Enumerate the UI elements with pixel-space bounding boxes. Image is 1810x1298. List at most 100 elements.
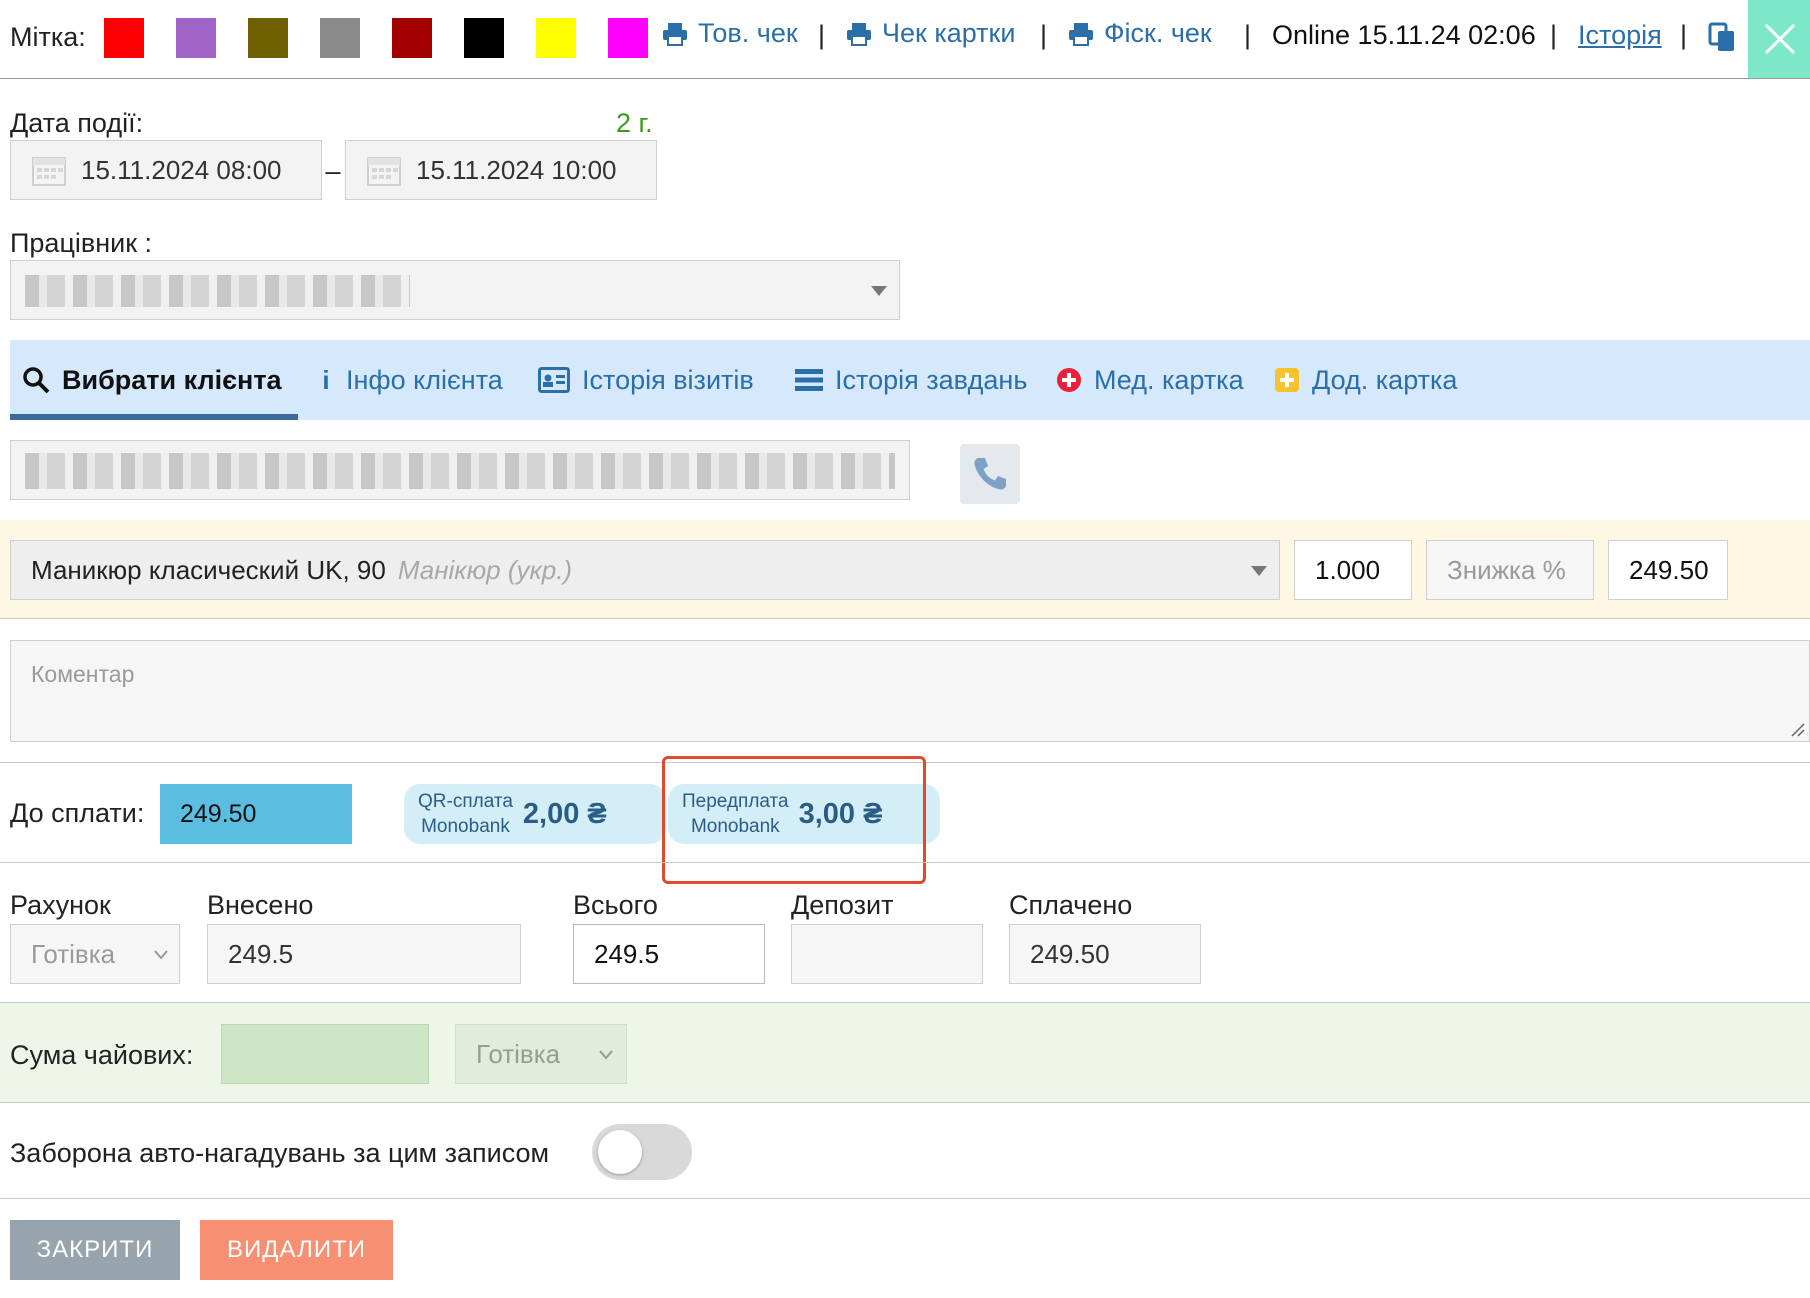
tab-label: Історія візитів	[582, 364, 754, 395]
separator: |	[1680, 20, 1688, 50]
tab-label: Мед. картка	[1094, 364, 1244, 395]
date-dash: –	[325, 156, 341, 186]
deposit-input[interactable]	[791, 924, 983, 984]
tab-label: Дод. картка	[1312, 364, 1458, 395]
account-select[interactable]: Готівка	[10, 924, 180, 984]
start-datetime-value: 15.11.2024 08:00	[81, 154, 282, 185]
fiscal-receipt-label: Фіск. чек	[1104, 18, 1212, 48]
reminder-label: Заборона авто-нагадувань за цим записом	[10, 1138, 550, 1168]
paid-label: Сплачено	[1009, 890, 1133, 920]
tab-label: Інфо клієнта	[346, 364, 503, 395]
separator: |	[1040, 20, 1048, 50]
worker-label: Працівник :	[10, 228, 153, 258]
search-icon	[23, 367, 50, 394]
end-datetime-input[interactable]: 15.11.2024 10:00	[345, 140, 657, 200]
qr-payment-line1: QR-сплата	[418, 791, 513, 812]
tips-amount-input[interactable]	[221, 1024, 429, 1084]
tab-medical-card[interactable]: Мед. картка	[1056, 340, 1244, 420]
amount-due-value: 249.50	[160, 784, 352, 844]
tips-label: Сума чайових:	[10, 1040, 194, 1070]
fiscal-receipt-link[interactable]: Фіск. чек	[1068, 18, 1212, 49]
redacted-worker-name	[25, 275, 410, 307]
close-icon	[1764, 23, 1796, 55]
color-swatch[interactable]	[320, 18, 360, 58]
qr-payment-label: QR-сплата Monobank	[418, 789, 513, 839]
goods-receipt-label: Тов. чек	[698, 18, 798, 48]
tab-select-client[interactable]: Вибрати клієнта	[22, 340, 282, 420]
medical-plus-icon	[1057, 368, 1081, 392]
chevron-down-icon	[599, 1050, 613, 1060]
tab-task-history[interactable]: Історія завдань	[795, 340, 1027, 420]
divider	[0, 1102, 1810, 1103]
list-icon	[795, 369, 823, 391]
worker-select[interactable]	[10, 260, 900, 320]
delete-button[interactable]: ВИДАЛИТИ	[200, 1220, 393, 1280]
separator: |	[1550, 20, 1558, 50]
tab-visit-history[interactable]: Історія візитів	[538, 340, 754, 420]
qr-payment-line2: Monobank	[421, 816, 510, 837]
comment-textarea[interactable]: Коментар	[10, 640, 1810, 742]
tab-label: Вибрати клієнта	[62, 364, 282, 395]
color-swatch[interactable]	[608, 18, 648, 58]
card-receipt-link[interactable]: Чек картки	[846, 18, 1015, 49]
total-label: Всього	[573, 890, 658, 920]
phone-icon	[974, 458, 1006, 490]
goods-receipt-link[interactable]: Тов. чек	[662, 18, 798, 49]
divider	[0, 1198, 1810, 1199]
info-icon: i	[322, 364, 330, 395]
account-value: Готівка	[31, 938, 116, 969]
deposited-label: Внесено	[207, 890, 314, 920]
toggle-knob	[598, 1130, 642, 1174]
chevron-down-icon	[871, 286, 887, 296]
add-square-icon	[1275, 368, 1299, 392]
separator: |	[818, 20, 826, 50]
qr-payment-amount: 2,00 ₴	[522, 797, 607, 830]
printer-icon	[847, 22, 871, 46]
tips-method-select[interactable]: Готівка	[455, 1024, 627, 1084]
tab-extra-card[interactable]: Дод. картка	[1274, 340, 1457, 420]
label-tag: Мітка:	[10, 22, 86, 52]
service-select[interactable]: Маникюр класический UK, 90 Манікюр (укр.…	[10, 540, 1280, 600]
discount-input[interactable]: Знижка %	[1426, 540, 1594, 600]
quantity-input[interactable]: 1.000	[1294, 540, 1412, 600]
deposit-label: Депозит	[791, 890, 894, 920]
color-swatch[interactable]	[536, 18, 576, 58]
client-search-input[interactable]	[10, 440, 910, 500]
color-swatch[interactable]	[248, 18, 288, 58]
call-client-button[interactable]	[960, 444, 1020, 504]
printer-icon	[1069, 22, 1093, 46]
end-datetime-value: 15.11.2024 10:00	[416, 154, 617, 185]
start-datetime-input[interactable]: 15.11.2024 08:00	[10, 140, 322, 200]
copy-icon[interactable]	[1708, 22, 1736, 57]
tips-method-value: Готівка	[476, 1038, 561, 1069]
account-label: Рахунок	[10, 890, 111, 920]
history-link[interactable]: Історія	[1578, 20, 1662, 51]
deposited-input[interactable]: 249.5	[207, 924, 521, 984]
active-tab-indicator	[10, 414, 298, 420]
qr-payment-badge[interactable]: QR-сплата Monobank 2,00 ₴	[404, 784, 666, 844]
duration-label: 2 г.	[616, 108, 653, 138]
calendar-icon	[32, 157, 66, 186]
redacted-client-name	[25, 453, 895, 489]
color-swatch[interactable]	[104, 18, 144, 58]
chevron-down-icon	[154, 950, 168, 960]
close-panel-button[interactable]	[1748, 0, 1810, 78]
paid-input: 249.50	[1009, 924, 1201, 984]
divider	[0, 618, 1810, 619]
close-button[interactable]: ЗАКРИТИ	[10, 1220, 180, 1280]
tab-client-info[interactable]: i Інфо клієнта	[318, 340, 503, 420]
tab-label: Історія завдань	[835, 364, 1028, 395]
card-receipt-label: Чек картки	[882, 18, 1016, 48]
printer-icon	[663, 22, 687, 46]
calendar-icon	[367, 157, 401, 186]
color-swatch[interactable]	[464, 18, 504, 58]
resize-handle-icon[interactable]	[1790, 722, 1806, 738]
color-swatch[interactable]	[392, 18, 432, 58]
price-input[interactable]: 249.50	[1608, 540, 1728, 600]
color-swatch[interactable]	[176, 18, 216, 58]
online-status: Online 15.11.24 02:06	[1272, 20, 1536, 50]
reminder-toggle[interactable]	[592, 1124, 692, 1180]
total-input[interactable]: 249.5	[573, 924, 765, 984]
highlight-frame	[662, 756, 926, 884]
amount-due-label: До сплати:	[10, 798, 145, 828]
